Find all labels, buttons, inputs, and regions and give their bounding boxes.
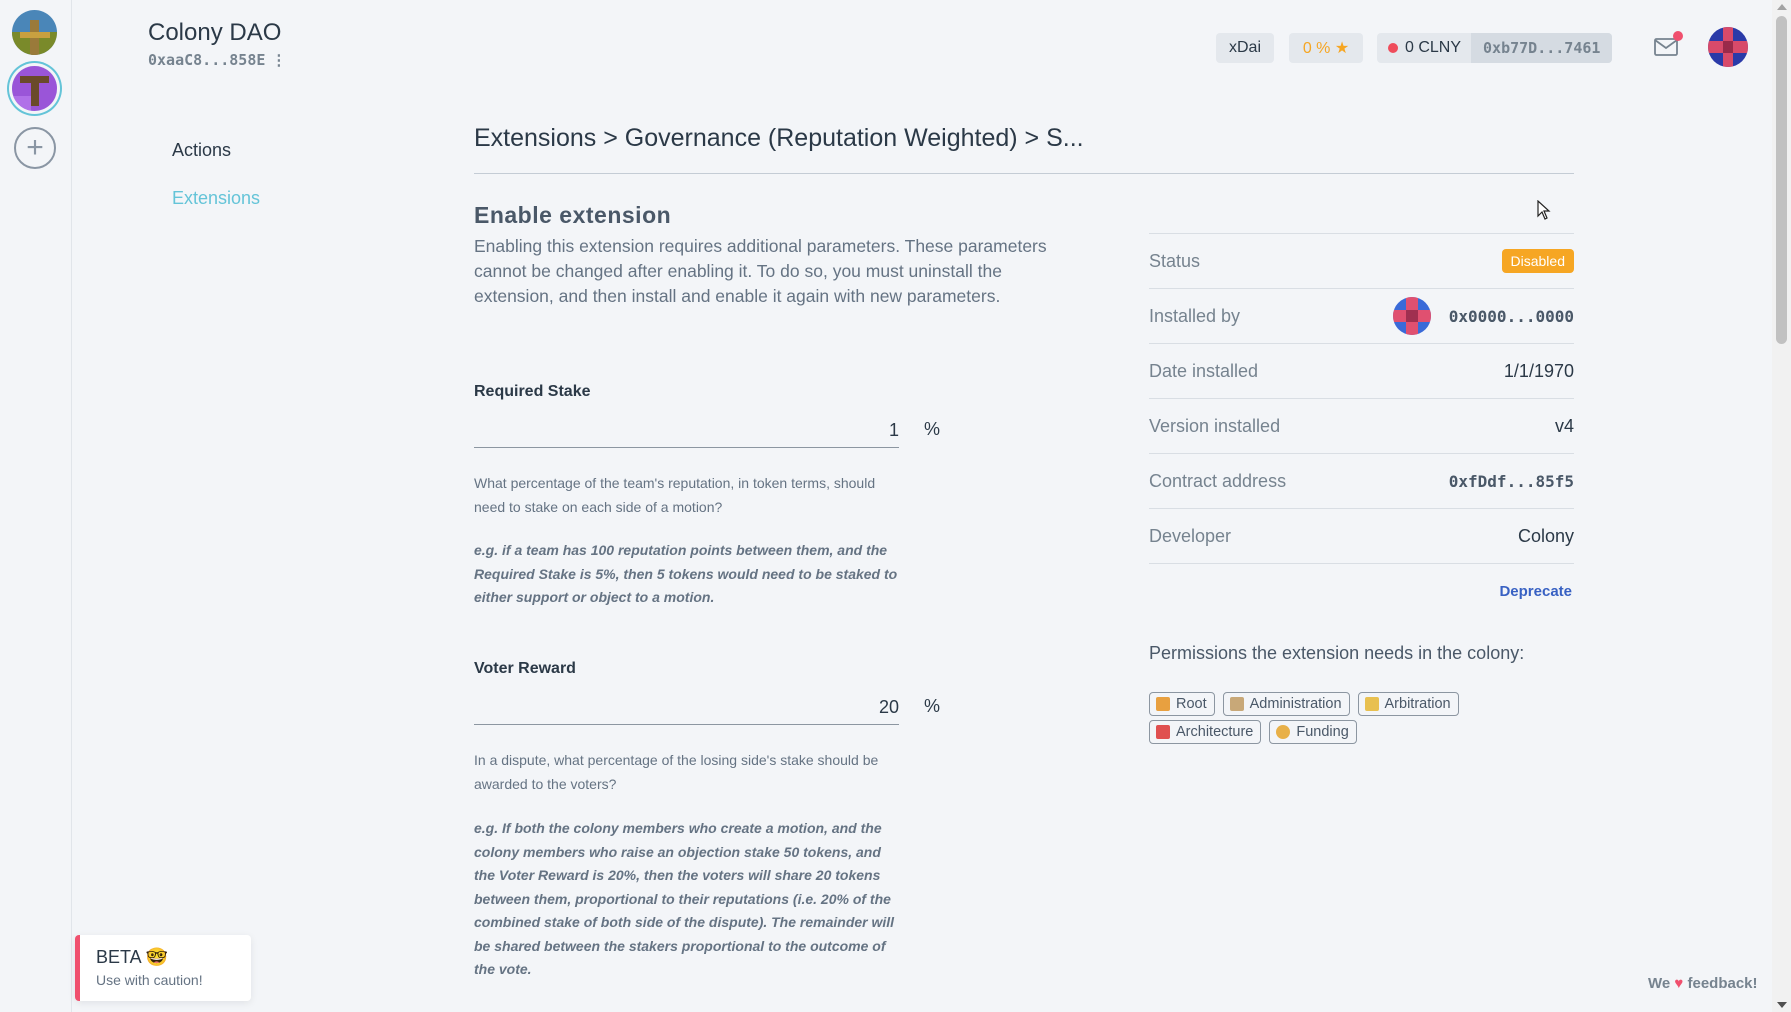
- nav-item-actions[interactable]: Actions: [172, 140, 231, 161]
- feedback-link[interactable]: We ♥ feedback!: [1648, 975, 1758, 992]
- voter-reward-example: e.g. If both the colony members who crea…: [474, 820, 895, 977]
- beta-notice: BETA 🤓 Use with caution!: [75, 935, 251, 1001]
- date-value: 1/1/1970: [1503, 360, 1574, 381]
- detail-installed-by: Installed by 0x0000...0000: [1149, 288, 1574, 343]
- installed-by-label: Installed by: [1149, 305, 1241, 326]
- clipboard-icon: [1229, 697, 1244, 711]
- voter-reward-input[interactable]: 20: [474, 691, 899, 725]
- status-label: Status: [1149, 250, 1201, 271]
- required-stake-input[interactable]: 1: [474, 414, 899, 448]
- add-colony-button[interactable]: +: [14, 127, 56, 169]
- user-avatar[interactable]: [1708, 27, 1748, 67]
- scales-icon: [1364, 697, 1379, 711]
- permission-label: Arbitration: [1384, 696, 1451, 712]
- scroll-up-icon[interactable]: [1777, 4, 1787, 10]
- permission-label: Funding: [1296, 724, 1349, 740]
- token-dot-icon: [1388, 43, 1398, 53]
- extension-details: Status Disabled Installed by 0x0000...00…: [1149, 233, 1574, 618]
- wallet-chip[interactable]: 0 CLNY 0xb77D...7461: [1377, 33, 1613, 63]
- detail-developer: Developer Colony: [1149, 508, 1574, 563]
- network-chip[interactable]: xDai: [1216, 33, 1274, 63]
- voter-reward-help: In a dispute, what percentage of the los…: [474, 752, 879, 792]
- required-stake-unit: %: [924, 419, 941, 439]
- permission-arbitration: Arbitration: [1357, 692, 1459, 716]
- mail-icon[interactable]: [1654, 31, 1683, 56]
- token-balance[interactable]: 0 CLNY: [1377, 33, 1471, 63]
- required-stake-help: What percentage of the team's reputation…: [474, 475, 876, 515]
- breadcrumb-divider: [474, 173, 1574, 174]
- version-value: v4: [1554, 415, 1574, 436]
- detail-status: Status Disabled: [1149, 233, 1574, 288]
- beta-title: BETA 🤓: [96, 947, 169, 967]
- detail-contract: Contract address 0xfDdf...85f5: [1149, 453, 1574, 508]
- enable-extension-title: Enable extension: [474, 202, 672, 228]
- colony-name: Colony DAO: [148, 19, 282, 46]
- required-stake-example: e.g. if a team has 100 reputation points…: [474, 542, 898, 605]
- colony-address[interactable]: 0xaaC8...858E ⋮: [148, 51, 286, 69]
- colony-address-text: 0xaaC8...858E: [148, 51, 266, 69]
- colony-avatar-1[interactable]: [12, 10, 57, 55]
- breadcrumb: Extensions > Governance (Reputation Weig…: [474, 124, 1084, 152]
- feedback-prefix: We: [1648, 975, 1671, 992]
- version-label: Version installed: [1149, 415, 1281, 436]
- reputation-chip[interactable]: 0 % ★: [1289, 33, 1363, 63]
- installed-by-address[interactable]: 0x0000...0000: [1449, 307, 1574, 326]
- developer-value: Colony: [1517, 525, 1574, 546]
- detail-date: Date installed 1/1/1970: [1149, 343, 1574, 398]
- permissions-list: Root Administration Arbitration Architec…: [1149, 692, 1489, 744]
- deprecate-button[interactable]: Deprecate: [1499, 583, 1574, 600]
- scroll-down-icon[interactable]: [1777, 1002, 1787, 1008]
- heart-icon: ♥: [1674, 975, 1684, 992]
- contract-address[interactable]: 0xfDdf...85f5: [1449, 472, 1574, 491]
- permission-label: Architecture: [1176, 724, 1254, 740]
- token-balance-text: 0 CLNY: [1405, 39, 1462, 56]
- nav-item-extensions[interactable]: Extensions: [172, 188, 260, 209]
- enable-extension-description: Enabling this extension requires additio…: [474, 236, 1047, 306]
- permission-funding: Funding: [1269, 720, 1357, 744]
- mouse-cursor-icon: [1537, 200, 1551, 220]
- colony-rail: +: [0, 0, 72, 1012]
- installed-by-value-wrap: 0x0000...0000: [1392, 297, 1574, 335]
- beta-subtitle: Use with caution!: [96, 972, 203, 988]
- permission-label: Administration: [1249, 696, 1342, 712]
- inbox-badge: [1673, 31, 1683, 41]
- developer-label: Developer: [1149, 525, 1232, 546]
- permission-root: Root: [1149, 692, 1215, 716]
- required-stake-label: Required Stake: [474, 383, 591, 400]
- status-badge: Disabled: [1501, 249, 1574, 273]
- permission-architecture: Architecture: [1149, 720, 1262, 744]
- permission-administration: Administration: [1222, 692, 1350, 716]
- page-scrollbar[interactable]: [1772, 0, 1791, 1012]
- root-icon: [1156, 697, 1170, 711]
- date-label: Date installed: [1149, 360, 1259, 381]
- wallet-address[interactable]: 0xb77D...7461: [1471, 33, 1613, 63]
- installer-avatar[interactable]: [1392, 297, 1431, 335]
- deprecate-row: Deprecate: [1149, 563, 1574, 618]
- feedback-suffix: feedback!: [1687, 975, 1758, 992]
- voter-reward-unit: %: [924, 696, 941, 716]
- detail-version: Version installed v4: [1149, 398, 1574, 453]
- permission-label: Root: [1176, 696, 1207, 712]
- more-icon[interactable]: ⋮: [271, 52, 286, 69]
- crane-icon: [1156, 725, 1170, 739]
- permissions-title: Permissions the extension needs in the c…: [1149, 643, 1525, 663]
- colony-avatar-active[interactable]: [12, 66, 57, 111]
- contract-label: Contract address: [1149, 470, 1287, 491]
- money-bag-icon: [1276, 725, 1291, 739]
- plus-icon: +: [26, 131, 44, 164]
- voter-reward-label: Voter Reward: [474, 660, 576, 677]
- scrollbar-thumb[interactable]: [1776, 16, 1787, 344]
